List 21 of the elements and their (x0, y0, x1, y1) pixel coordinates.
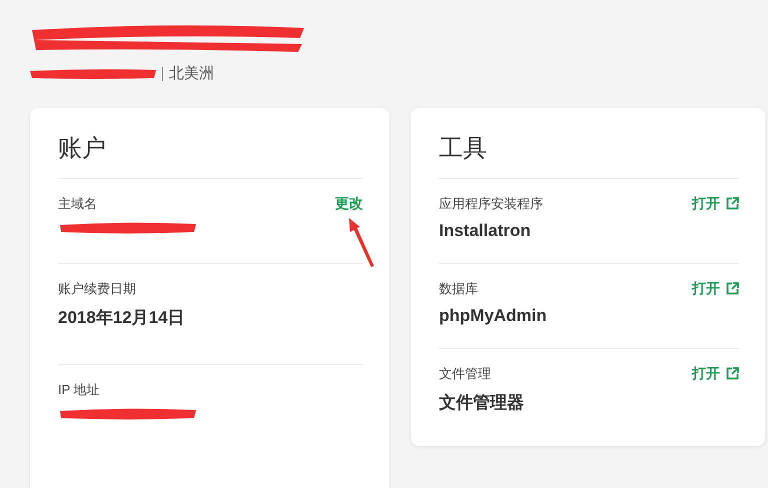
card-title: 工具 (439, 134, 488, 164)
field-label: IP 地址 (58, 381, 101, 399)
annotation-arrow (346, 216, 376, 268)
change-link[interactable]: 更改 (335, 195, 363, 241)
field-value: 2018年12月14日 (58, 307, 185, 329)
external-link-icon (726, 367, 739, 380)
field-label: 应用程序安装程序 (439, 195, 543, 213)
open-link[interactable]: 打开 (692, 365, 739, 414)
field-label: 数据库 (439, 280, 479, 298)
external-link-icon (726, 282, 739, 295)
external-link-icon (726, 197, 739, 210)
region-text: 北美洲 (169, 64, 214, 83)
field-value: 文件管理器 (439, 392, 524, 414)
field-label: 账户续费日期 (58, 280, 137, 298)
field-label: 主域名 (58, 195, 98, 213)
card-title: 账户 (58, 134, 107, 164)
open-link[interactable]: 打开 (692, 195, 739, 241)
open-link[interactable]: 打开 (692, 280, 739, 326)
field-label: 文件管理 (439, 365, 492, 383)
field-value: Installatron (439, 221, 532, 241)
field-value: phpMyAdmin (439, 306, 547, 326)
